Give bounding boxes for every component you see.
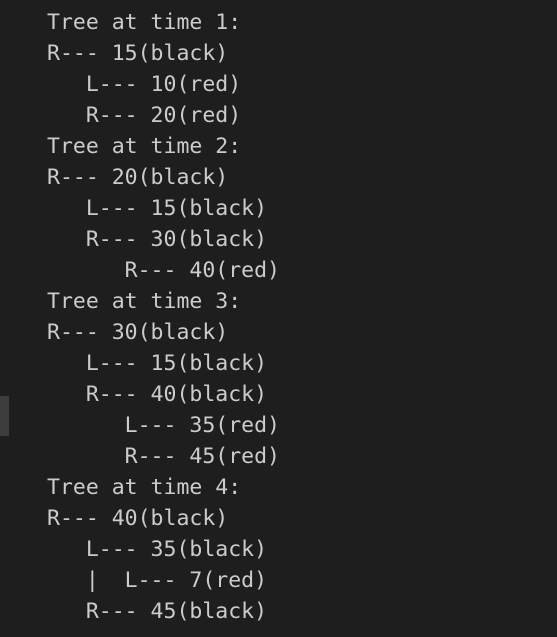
output-line: R--- 20(black)	[47, 165, 229, 190]
output-line: R--- 40(black)	[47, 506, 229, 531]
output-line: L--- 35(red)	[47, 413, 280, 438]
output-line: R--- 40(red)	[47, 258, 280, 283]
output-line: R--- 45(black)	[47, 599, 268, 624]
terminal-output: Tree at time 1: R--- 15(black) L--- 10(r…	[0, 7, 280, 627]
output-line: L--- 15(black)	[47, 196, 268, 221]
output-line: R--- 30(black)	[47, 227, 268, 252]
output-line: R--- 20(red)	[47, 103, 242, 128]
output-line: R--- 30(black)	[47, 320, 229, 345]
output-line: L--- 15(black)	[47, 351, 268, 376]
output-line: R--- 15(black)	[47, 41, 229, 66]
output-line: R--- 45(red)	[47, 444, 280, 469]
output-line: R--- 40(black)	[47, 382, 268, 407]
output-line: Tree at time 3:	[47, 289, 242, 314]
output-line: Tree at time 4:	[47, 475, 242, 500]
output-line: Tree at time 2:	[47, 134, 242, 159]
output-line: L--- 35(black)	[47, 537, 268, 562]
terminal-panel[interactable]: Tree at time 1: R--- 15(black) L--- 10(r…	[0, 0, 557, 637]
output-line: L--- 10(red)	[47, 72, 242, 97]
output-line: Tree at time 1:	[47, 10, 242, 35]
output-line: | L--- 7(red)	[47, 568, 268, 593]
